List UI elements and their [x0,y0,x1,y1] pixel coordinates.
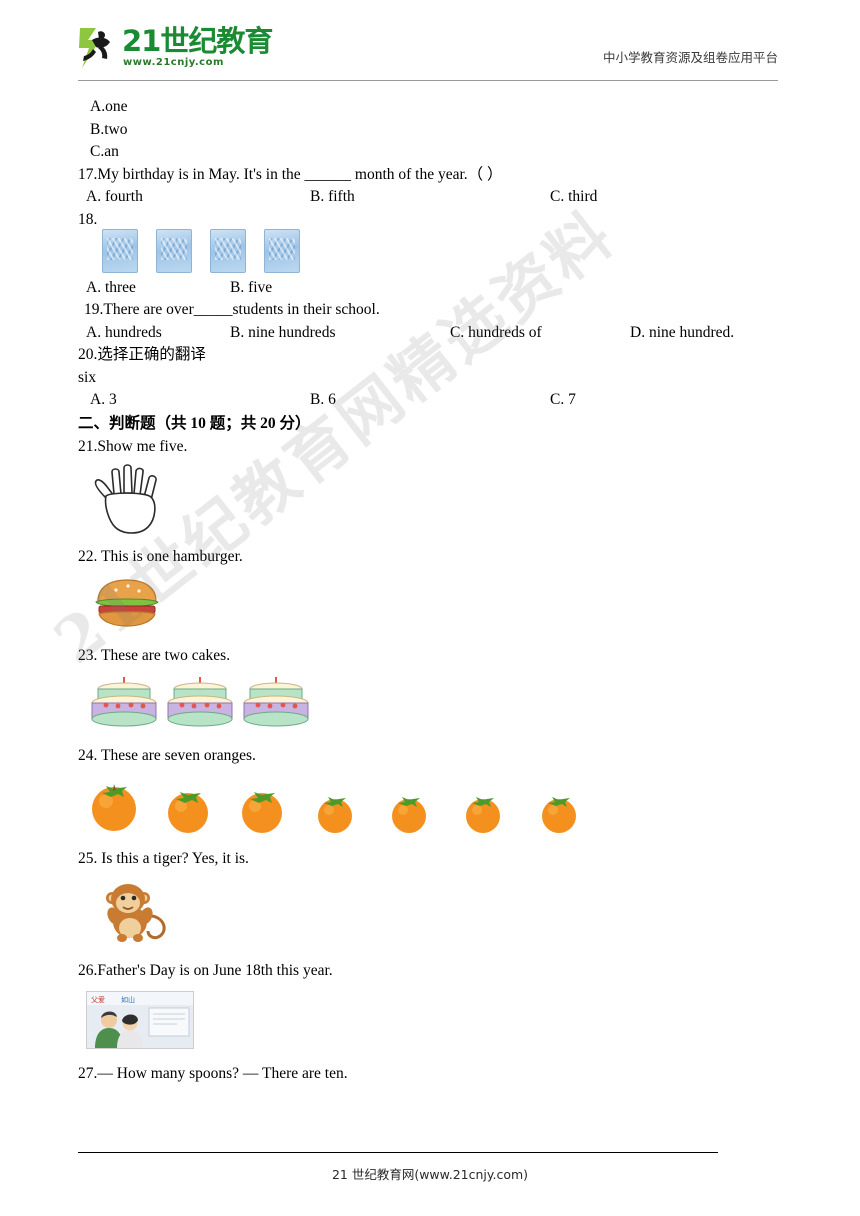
q19-options: A. hundreds B. nine hundreds C. hundreds… [78,322,784,345]
cake-icon-1 [91,677,157,727]
card-image-1 [102,228,138,273]
q19-option-c: C. hundreds of [450,323,542,341]
svg-text:如山: 如山 [121,995,135,1004]
q21-hand-image [88,464,784,536]
card-image-4 [264,228,300,273]
orange-icon-7 [542,796,576,833]
q26-stem: 26.Father's Day is on June 18th this yea… [78,962,333,979]
card-image-2 [156,228,192,273]
q18-stem: 18. [78,210,98,228]
svg-text:父爱: 父爱 [91,996,105,1004]
q19-option-b: B. nine hundreds [230,323,336,341]
q17-option-c: C. third [550,188,598,205]
open-hand-icon [94,464,157,534]
q20-options: A. 3 B. 6 C. 7 [78,389,784,412]
logo-url: www.21cnjy.com [123,57,224,68]
q26-family-photo: 父爱 如山 [86,990,784,1049]
family-photo-image: 父爱 如山 [86,990,194,1049]
q20-option-a: A. 3 [90,391,117,408]
q17-stem: 17.My birthday is in May. It's in the __… [78,165,503,183]
cake-icon-2 [167,677,233,727]
q18-card-images [102,228,784,273]
orange-icon-3 [242,791,282,833]
q17-option-b: B. fifth [310,188,355,205]
orange-icon-1 [92,783,136,831]
q22-stem: 22. This is one hamburger. [78,548,243,565]
q17-options: A. fourth B. fifth C. third [78,186,784,209]
q16-option-c: C.an [90,143,119,160]
q23-cake-images [86,675,784,733]
footer-text: 21 世纪教育网(www.21cnjy.com) [331,1167,529,1182]
q24-stem: 24. These are seven oranges. [78,747,256,764]
orange-icon-4 [318,796,352,833]
footer-divider [78,1152,718,1153]
q22-hamburger-image [92,577,784,633]
q20-stem: 20.选择正确的翻译 [78,346,206,363]
card-image-3 [210,228,246,273]
q24-orange-images [86,778,784,838]
q23-stem: 23. These are two cakes. [78,646,231,664]
orange-icon-2 [168,791,208,833]
document-body: A.one B.two C.an 17.My birthday is in Ma… [78,96,784,1085]
orange-icon-5 [392,796,426,833]
runner-logo-icon [79,28,110,68]
section-2-title: 二、判断题（共 10 题；共 20 分） [78,414,311,432]
q16-option-a: A.one [90,98,128,115]
hamburger-icon [95,578,159,627]
page-header: 21世纪教育 www.21cnjy.com 中小学教育资源及组卷应用平台 [0,0,860,84]
orange-icon-6 [466,796,500,833]
q21-stem: 21.Show me five. [78,437,188,455]
q18-option-a: A. three [86,278,136,296]
q18-options: A. three B. five [78,277,784,300]
q17-option-a: A. fourth [86,188,143,205]
family-photo-graphic: 父爱 如山 [87,991,193,1048]
q25-monkey-image [92,876,784,948]
site-logo: 21世纪教育 www.21cnjy.com [78,26,273,72]
q20-option-b: B. 6 [310,391,336,408]
q18-option-b: B. five [230,278,273,296]
q19-option-d: D. nine hundred. [630,323,735,341]
header-slogan: 中小学教育资源及组卷应用平台 [602,50,778,65]
q19-stem: 19.There are over_____students in their … [84,301,380,318]
q27-stem: 27.— How many spoons? — There are ten. [78,1064,348,1082]
q16-option-b: B.two [90,120,128,138]
q19-option-a: A. hundreds [86,323,162,341]
header-divider [78,80,778,81]
q25-stem: 25. Is this a tiger? Yes, it is. [78,849,249,867]
logo-title: 21世纪教育 [122,24,273,58]
monkey-icon [106,884,166,942]
q20-sub: six [78,368,97,386]
cake-icon-3 [243,677,309,727]
q20-option-c: C. 7 [550,391,576,408]
